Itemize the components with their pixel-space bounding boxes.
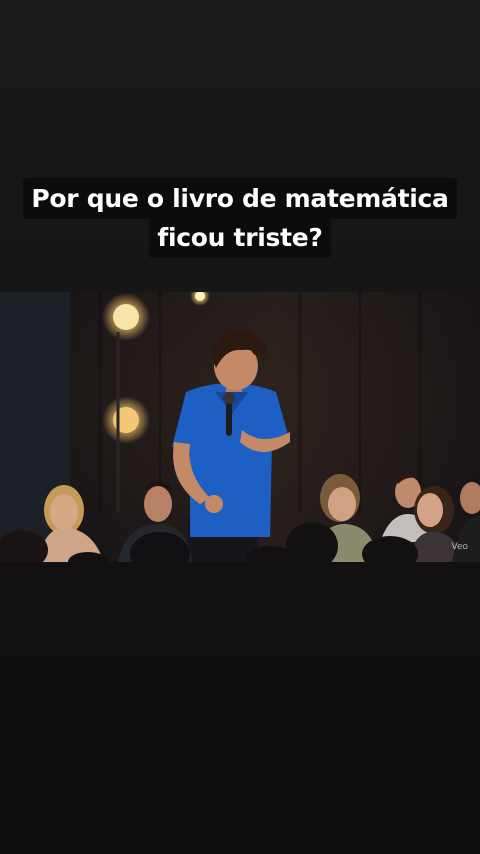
video-frame[interactable]: Veo — [0, 292, 480, 562]
caption-line-2: ficou triste? — [149, 217, 331, 258]
stage-lamp-icon — [102, 293, 150, 341]
reel-screen[interactable]: Por que o livro de matemática ficou tris… — [0, 0, 480, 854]
watermark: Veo — [451, 542, 468, 552]
caption: Por que o livro de matemática ficou tris… — [0, 178, 480, 258]
stage-scene — [0, 292, 480, 562]
caption-line-1: Por que o livro de matemática — [23, 178, 457, 219]
stage-lamp-icon — [102, 396, 150, 444]
